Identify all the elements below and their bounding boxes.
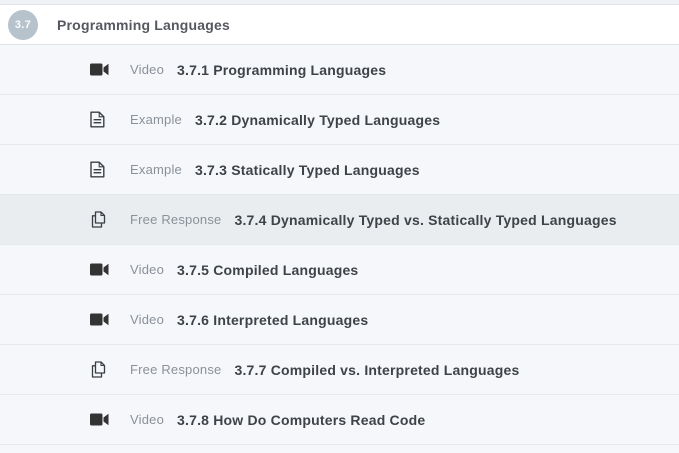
item-type-label: Video — [130, 412, 164, 427]
item-title-link[interactable]: 3.7.5 Compiled Languages — [177, 262, 358, 278]
item-type-label: Example — [130, 112, 182, 127]
lesson-row[interactable]: Example 3.7.2 Dynamically Typed Language… — [0, 95, 679, 145]
next-row-sliver — [0, 445, 679, 453]
video-icon — [90, 263, 110, 276]
video-icon — [90, 63, 110, 76]
lesson-list: Video 3.7.1 Programming Languages Exampl… — [0, 45, 679, 445]
curriculum-module: 3.7 Programming Languages Video 3.7.1 Pr… — [0, 0, 679, 453]
pages-icon — [90, 211, 110, 228]
item-type-label: Video — [130, 312, 164, 327]
lesson-row[interactable]: Video 3.7.5 Compiled Languages — [0, 245, 679, 295]
item-type-label: Free Response — [130, 362, 221, 377]
item-type-label: Free Response — [130, 212, 221, 227]
item-title-link[interactable]: 3.7.4 Dynamically Typed vs. Statically T… — [234, 212, 616, 228]
document-icon — [90, 161, 110, 178]
item-title-link[interactable]: 3.7.1 Programming Languages — [177, 62, 386, 78]
item-title-link[interactable]: 3.7.2 Dynamically Typed Languages — [195, 112, 440, 128]
pages-icon — [90, 361, 110, 378]
document-icon — [90, 111, 110, 128]
module-title: Programming Languages — [57, 17, 230, 33]
item-type-label: Video — [130, 262, 164, 277]
item-title-link[interactable]: 3.7.3 Statically Typed Languages — [195, 162, 420, 178]
item-type-label: Video — [130, 62, 164, 77]
item-type-label: Example — [130, 162, 182, 177]
lesson-row[interactable]: Free Response 3.7.7 Compiled vs. Interpr… — [0, 345, 679, 395]
item-title-link[interactable]: 3.7.7 Compiled vs. Interpreted Languages — [234, 362, 519, 378]
lesson-row[interactable]: Video 3.7.1 Programming Languages — [0, 45, 679, 95]
module-number-badge: 3.7 — [8, 10, 38, 40]
lesson-row[interactable]: Free Response 3.7.4 Dynamically Typed vs… — [0, 195, 679, 245]
video-icon — [90, 413, 110, 426]
video-icon — [90, 313, 110, 326]
lesson-row[interactable]: Video 3.7.6 Interpreted Languages — [0, 295, 679, 345]
lesson-row[interactable]: Video 3.7.8 How Do Computers Read Code — [0, 395, 679, 445]
lesson-row[interactable]: Example 3.7.3 Statically Typed Languages — [0, 145, 679, 195]
module-header[interactable]: 3.7 Programming Languages — [0, 5, 679, 45]
item-title-link[interactable]: 3.7.8 How Do Computers Read Code — [177, 412, 425, 428]
item-title-link[interactable]: 3.7.6 Interpreted Languages — [177, 312, 368, 328]
